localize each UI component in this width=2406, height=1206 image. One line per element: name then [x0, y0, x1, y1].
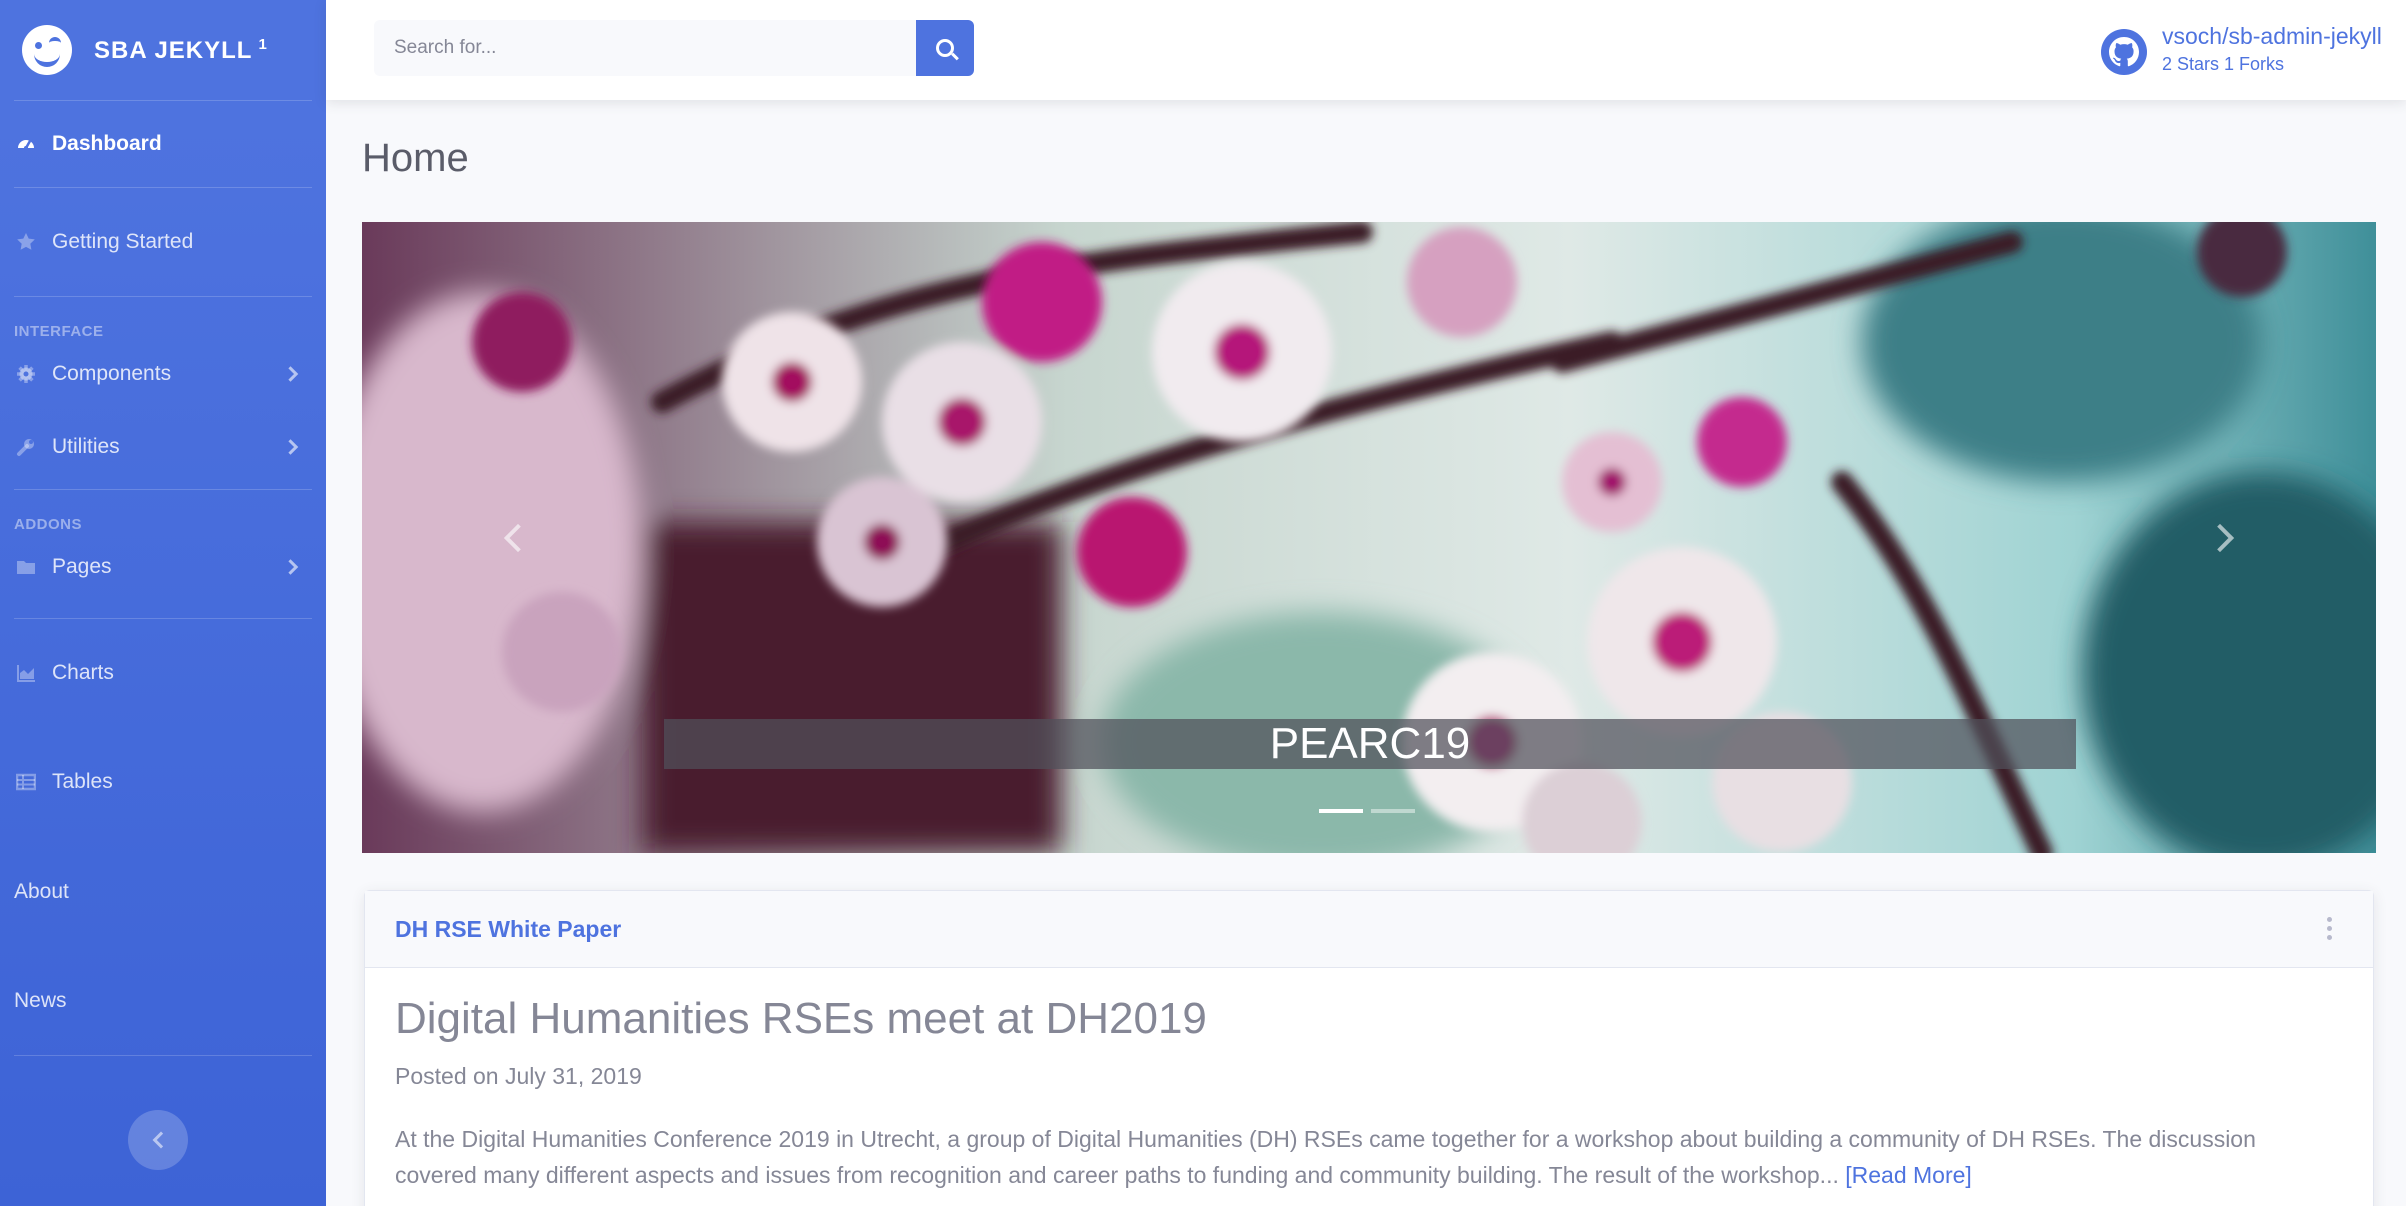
sidebar-item-about[interactable]: About	[0, 837, 326, 947]
wrench-icon	[16, 437, 36, 457]
github-icon	[2101, 29, 2147, 75]
brand-version: 1	[258, 35, 268, 53]
chevron-right-icon	[282, 559, 299, 575]
ellipsis-vertical-icon[interactable]	[2327, 917, 2333, 940]
sidebar-item-pages[interactable]: Pages	[0, 536, 326, 598]
page-title: Home	[362, 136, 469, 180]
search-input[interactable]	[374, 20, 916, 76]
sidebar-item-label: Charts	[52, 661, 114, 684]
sidebar-heading-interface: INTERFACE	[14, 323, 104, 340]
topbar: vsoch/sb-admin-jekyll 2 Stars 1 Forks	[326, 0, 2406, 100]
table-icon	[16, 772, 36, 792]
star-icon	[16, 232, 36, 252]
sidebar-item-label: Utilities	[52, 435, 120, 458]
chevron-right-icon	[282, 366, 299, 382]
sidebar-toggle-button[interactable]	[128, 1110, 188, 1170]
sidebar: SBA JEKYLL 1 Dashboard Getting Started IN…	[0, 0, 326, 1206]
sidebar-brand[interactable]: SBA JEKYLL 1	[0, 0, 326, 100]
chart-area-icon	[16, 663, 36, 683]
sidebar-item-getting-started[interactable]: Getting Started	[0, 188, 326, 296]
cog-icon	[16, 364, 36, 384]
carousel-caption: PEARC19	[664, 719, 2076, 769]
chevron-right-icon	[282, 439, 299, 455]
post-date: Posted on July 31, 2019	[395, 1063, 642, 1089]
sidebar-divider	[14, 489, 312, 490]
sidebar-item-tables[interactable]: Tables	[0, 727, 326, 837]
sidebar-item-label: About	[14, 880, 69, 903]
carousel-indicator[interactable]	[1319, 809, 1363, 813]
post-title[interactable]: Digital Humanities RSEs meet at DH2019	[395, 994, 1207, 1044]
sidebar-item-label: Dashboard	[52, 132, 162, 155]
sidebar-item-label: Pages	[52, 555, 112, 578]
post-excerpt: At the Digital Humanities Conference 201…	[395, 1121, 2335, 1193]
post-excerpt-text: At the Digital Humanities Conference 201…	[395, 1126, 2256, 1188]
sidebar-item-label: Getting Started	[52, 230, 194, 253]
tachometer-icon	[16, 134, 36, 154]
repo-info: vsoch/sb-admin-jekyll 2 Stars 1 Forks	[2162, 22, 2382, 78]
repo-stats: 2 Stars 1 Forks	[2162, 54, 2285, 74]
sidebar-item-charts[interactable]: Charts	[0, 619, 326, 727]
chevron-left-icon	[152, 1131, 170, 1149]
repo-name[interactable]: vsoch/sb-admin-jekyll	[2162, 22, 2382, 50]
folder-icon	[16, 557, 36, 577]
github-repo-link[interactable]: vsoch/sb-admin-jekyll 2 Stars 1 Forks	[2100, 22, 2406, 78]
card-header: DH RSE White Paper	[365, 891, 2373, 968]
sidebar-item-news[interactable]: News	[0, 947, 326, 1055]
search-form	[374, 20, 974, 76]
search-icon	[936, 39, 954, 57]
laugh-wink-icon	[22, 25, 72, 75]
sidebar-item-dashboard[interactable]: Dashboard	[0, 101, 326, 187]
carousel-indicator[interactable]	[1371, 809, 1415, 813]
sidebar-item-components[interactable]: Components	[0, 343, 326, 405]
sidebar-item-label: Components	[52, 362, 172, 385]
sidebar-item-label: News	[14, 989, 67, 1012]
carousel: PEARC19	[362, 222, 2376, 853]
card-header-title: DH RSE White Paper	[395, 915, 622, 942]
sidebar-item-label: Tables	[52, 770, 113, 793]
brand-name: SBA JEKYLL 1	[94, 35, 268, 64]
carousel-indicators	[1319, 809, 1415, 813]
post-card: DH RSE White Paper Digital Humanities RS…	[364, 890, 2374, 1206]
search-button[interactable]	[916, 20, 974, 76]
sidebar-divider	[14, 1055, 312, 1056]
sidebar-heading-addons: ADDONS	[14, 516, 83, 533]
sidebar-divider	[14, 296, 312, 297]
sidebar-item-utilities[interactable]: Utilities	[0, 405, 326, 489]
read-more-link[interactable]: [Read More]	[1845, 1162, 1972, 1188]
